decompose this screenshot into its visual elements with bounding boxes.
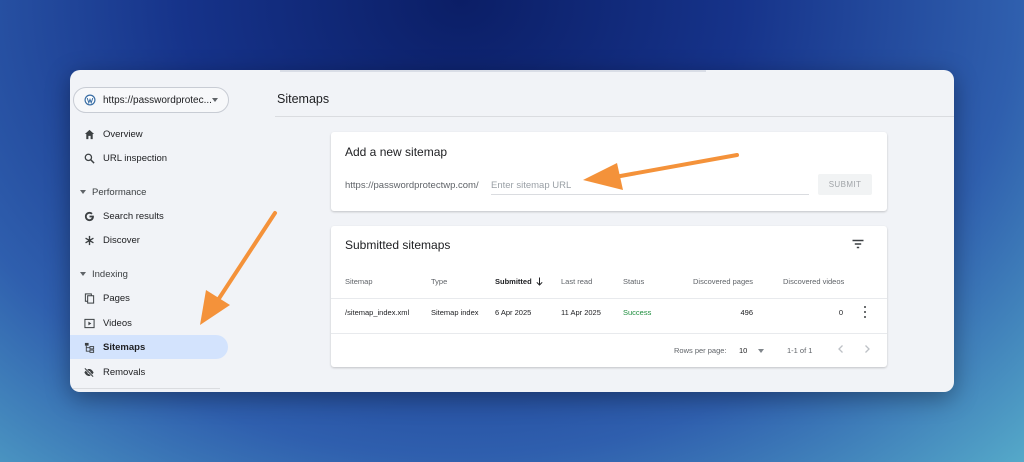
search-console-window: https://passwordprotec... Overview URL i…: [70, 70, 954, 392]
column-header-last-read[interactable]: Last read: [561, 277, 592, 286]
eye-off-icon: [83, 366, 95, 378]
sidebar-item-removals[interactable]: Removals: [70, 360, 228, 384]
chevron-down-icon[interactable]: [758, 349, 764, 353]
collapse-caret-icon: [80, 190, 86, 194]
property-selector[interactable]: https://passwordprotec...: [73, 87, 229, 113]
sitemap-icon: [83, 341, 95, 353]
sidebar-section-indexing[interactable]: Indexing: [70, 265, 128, 283]
next-page-icon[interactable]: [861, 343, 873, 355]
sidebar-item-overview[interactable]: Overview: [70, 122, 228, 146]
sidebar-item-search-results[interactable]: Search results: [70, 204, 228, 228]
sidebar-section-performance[interactable]: Performance: [70, 183, 146, 201]
table-row-divider: [331, 333, 887, 334]
add-sitemap-title: Add a new sitemap: [345, 145, 448, 159]
cell-type: Sitemap index: [431, 308, 479, 317]
submitted-sitemaps-title: Submitted sitemaps: [345, 238, 451, 252]
page-title: Sitemaps: [277, 92, 330, 106]
sidebar-item-pages[interactable]: Pages: [70, 286, 228, 310]
column-header-discovered-pages[interactable]: Discovered pages: [693, 277, 753, 286]
pages-icon: [83, 292, 95, 304]
sidebar: https://passwordprotec... Overview URL i…: [70, 70, 275, 392]
sidebar-item-label: Search results: [103, 210, 164, 222]
sidebar-item-sitemaps[interactable]: Sitemaps: [70, 335, 228, 359]
video-icon: [83, 317, 95, 329]
sidebar-item-label: Videos: [103, 317, 132, 329]
column-header-submitted[interactable]: Submitted: [495, 277, 532, 286]
sidebar-item-videos[interactable]: Videos: [70, 311, 228, 335]
header-divider: [275, 116, 954, 117]
sort-arrow-down-icon[interactable]: [536, 277, 543, 286]
column-header-status[interactable]: Status: [623, 277, 644, 286]
cell-submitted: 6 Apr 2025: [495, 308, 532, 317]
chevron-down-icon: [212, 98, 218, 102]
sidebar-item-discover[interactable]: Discover: [70, 228, 228, 252]
submit-button[interactable]: SUBMIT: [818, 174, 872, 195]
top-scroll-indicator: [280, 70, 706, 72]
add-sitemap-card: Add a new sitemap https://passwordprotec…: [331, 132, 887, 211]
section-label: Indexing: [92, 268, 128, 280]
column-header-type[interactable]: Type: [431, 277, 447, 286]
sidebar-item-label: Removals: [103, 366, 146, 378]
google-g-icon: [83, 210, 95, 222]
column-header-discovered-videos[interactable]: Discovered videos: [783, 277, 844, 286]
cell-discovered-pages: 496: [740, 308, 753, 317]
rows-per-page-select[interactable]: 10: [739, 346, 747, 355]
sidebar-item-url-inspection[interactable]: URL inspection: [70, 146, 228, 170]
sitemap-url-prefix: https://passwordprotectwp.com/: [345, 180, 479, 191]
asterisk-icon: [83, 234, 95, 246]
property-url: https://passwordprotec...: [103, 94, 212, 106]
sidebar-item-label: Sitemaps: [103, 341, 146, 353]
cell-sitemap[interactable]: /sitemap_index.xml: [345, 308, 409, 317]
sidebar-item-label: Overview: [103, 128, 143, 140]
sidebar-item-label: Discover: [103, 234, 140, 246]
column-header-sitemap[interactable]: Sitemap: [345, 277, 373, 286]
wordpress-icon: [84, 94, 96, 106]
section-label: Performance: [92, 186, 147, 198]
submitted-sitemaps-card: Submitted sitemaps Sitemap Type Submitte…: [331, 226, 887, 367]
sidebar-item-label: URL inspection: [103, 152, 168, 164]
collapse-caret-icon: [80, 272, 86, 276]
cell-discovered-videos: 0: [838, 308, 843, 317]
filter-icon[interactable]: [851, 237, 865, 251]
cell-last-read: 11 Apr 2025: [561, 308, 601, 317]
more-options-icon[interactable]: [863, 306, 867, 318]
sidebar-divider: [70, 388, 220, 389]
previous-page-icon[interactable]: [835, 343, 847, 355]
search-icon: [83, 152, 95, 164]
rows-per-page-label: Rows per page:: [674, 346, 727, 355]
table-header-divider: [331, 298, 887, 299]
home-icon: [83, 128, 95, 140]
sitemap-url-input[interactable]: [491, 176, 809, 195]
pagination-range: 1-1 of 1: [787, 346, 813, 355]
cell-status: Success: [623, 308, 652, 317]
sidebar-item-label: Pages: [103, 292, 130, 304]
